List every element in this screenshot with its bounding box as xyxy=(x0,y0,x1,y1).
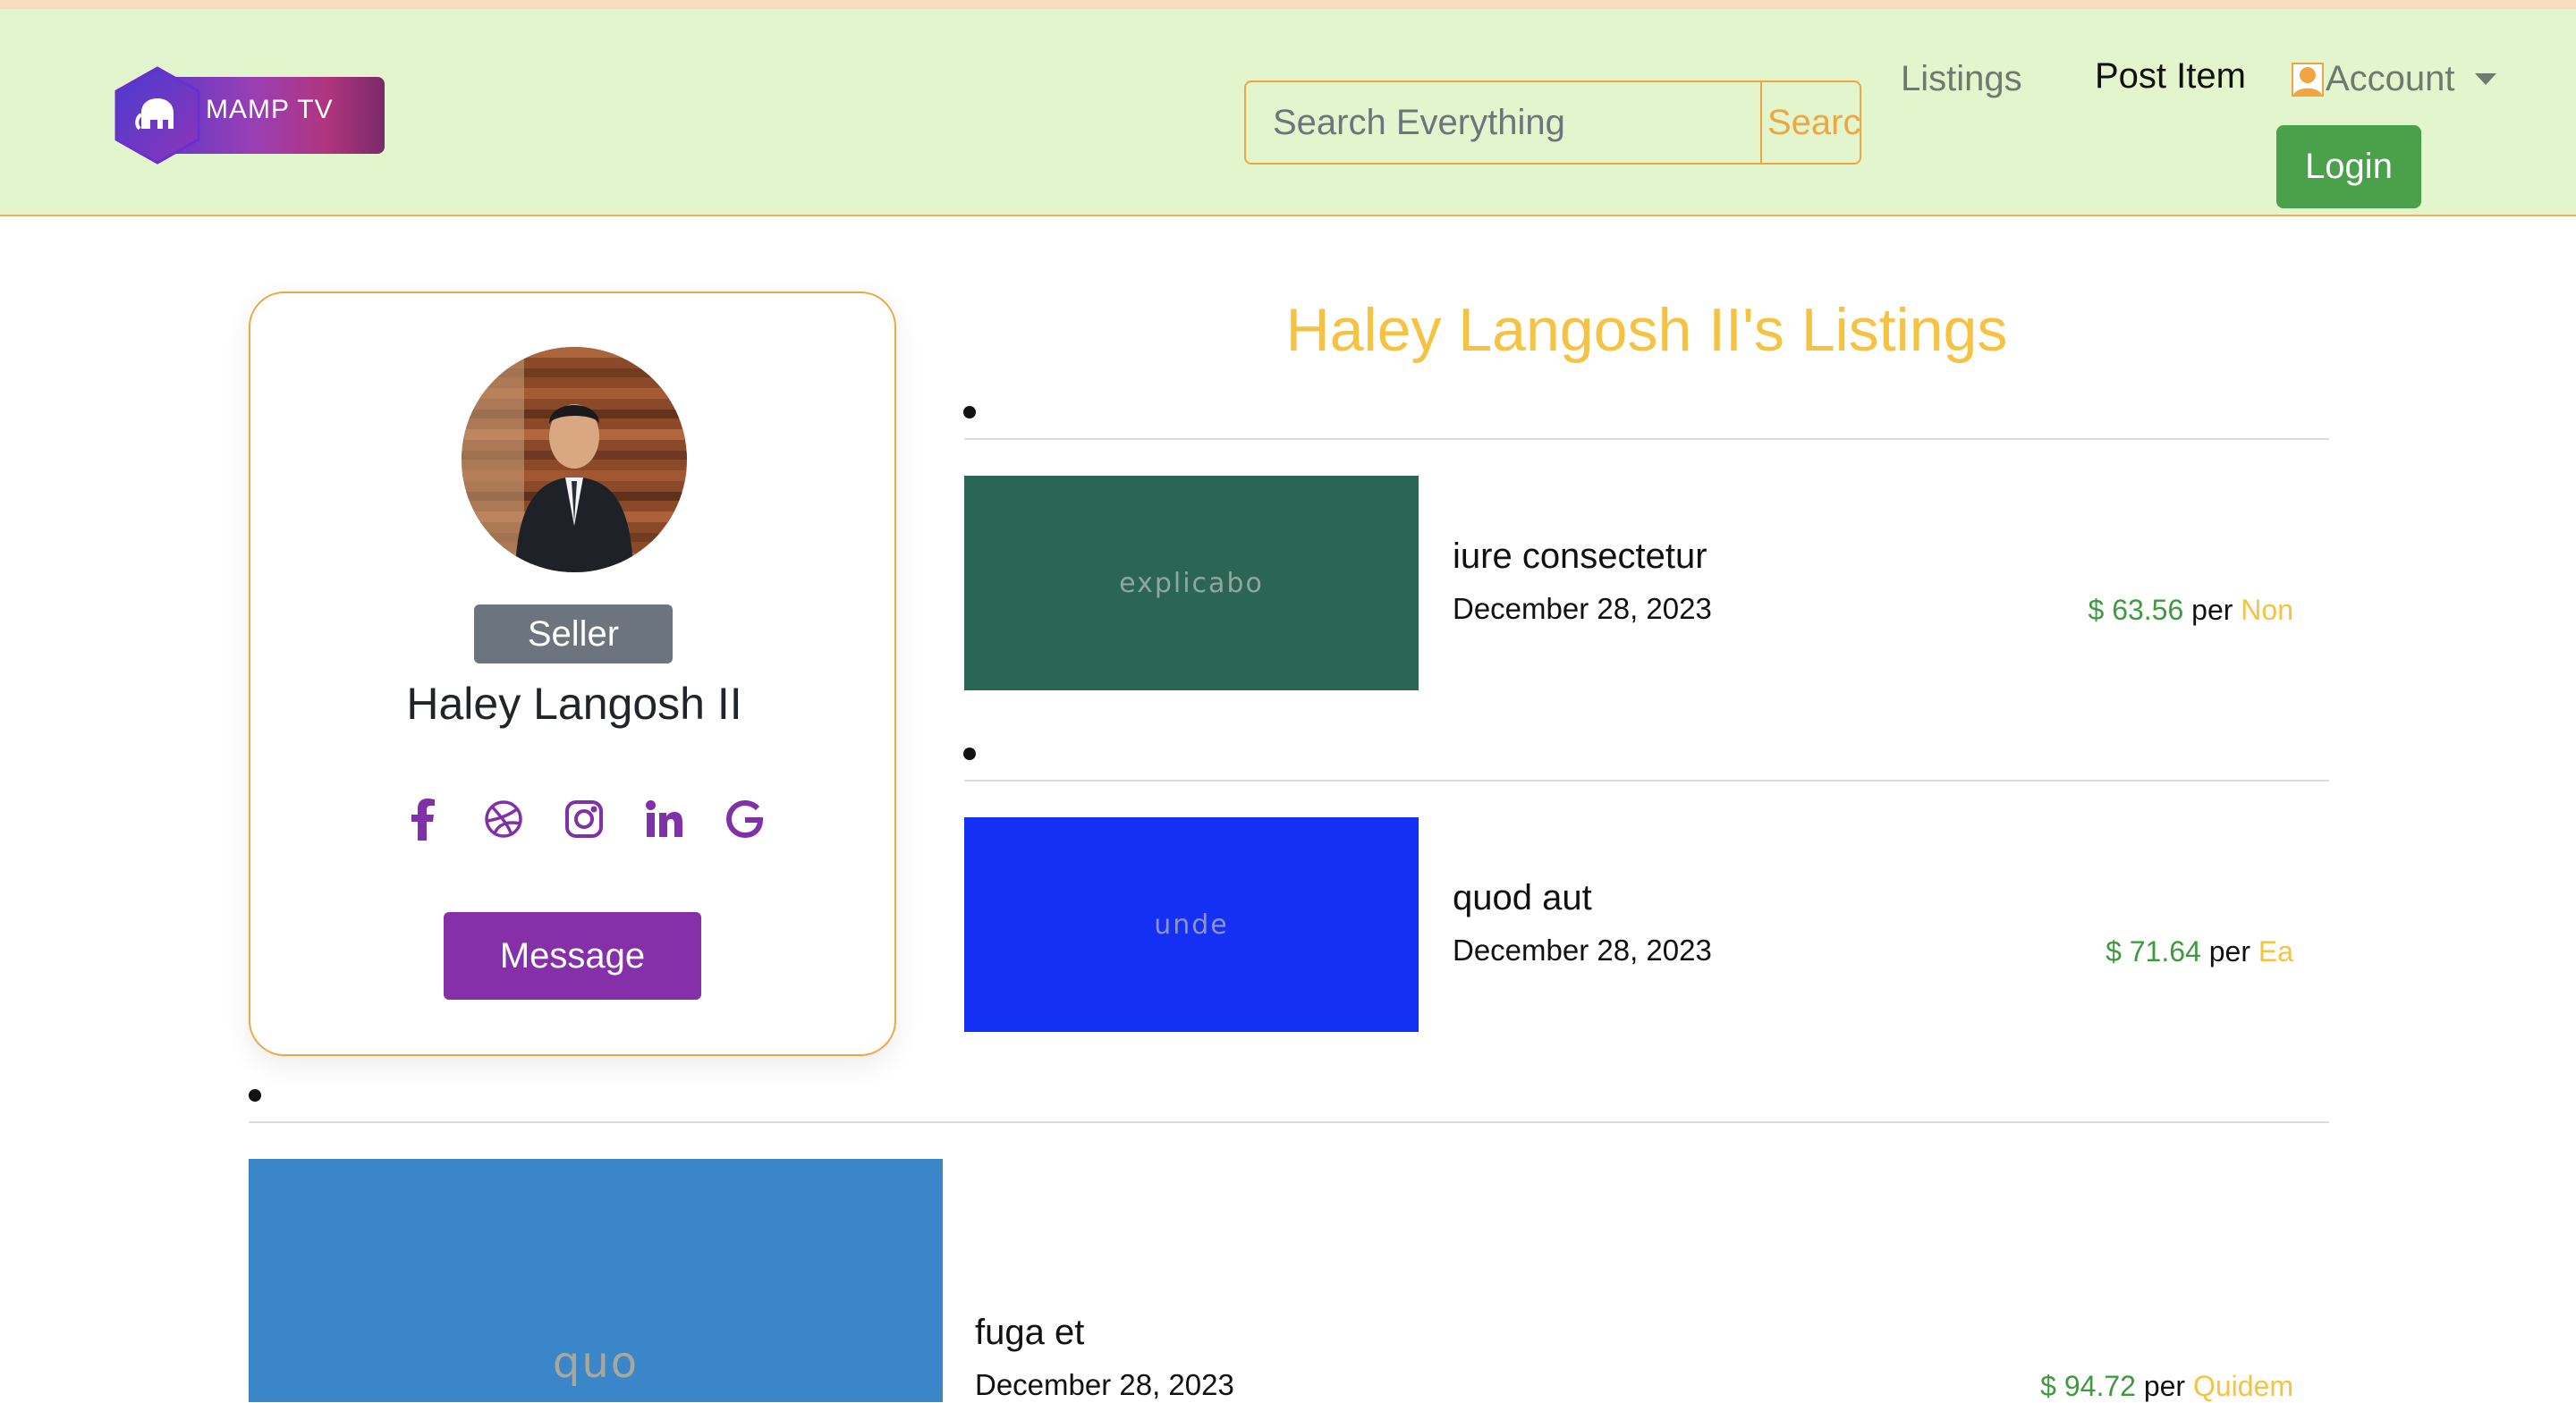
google-icon[interactable] xyxy=(720,794,770,844)
list-bullet xyxy=(963,748,976,760)
seller-profile-card: Seller Haley Langosh II Message xyxy=(249,292,896,1056)
seller-name: Haley Langosh II xyxy=(406,679,742,729)
listing-thumbnail[interactable]: explicabo xyxy=(964,476,1419,690)
divider xyxy=(964,438,2329,440)
thumbnail-label: quo xyxy=(552,1338,640,1388)
listing-title[interactable]: iure consectetur xyxy=(1453,537,1707,577)
list-bullet xyxy=(249,1089,261,1102)
avatar xyxy=(462,347,687,572)
user-icon xyxy=(2292,62,2324,97)
thumbnail-label: explicabo xyxy=(1119,567,1264,599)
navbar: MAMP TV Search Listings Post Item Accoun… xyxy=(0,9,2576,216)
social-links xyxy=(250,794,898,848)
price-amount: $ 94.72 xyxy=(2040,1370,2136,1402)
facebook-icon[interactable] xyxy=(398,794,448,844)
price-amount: $ 71.64 xyxy=(2106,935,2201,968)
divider xyxy=(964,780,2329,782)
listing-date: December 28, 2023 xyxy=(975,1368,1234,1401)
price-per: per xyxy=(2208,935,2250,968)
listing-title[interactable]: fuga et xyxy=(975,1313,1084,1353)
listing-title[interactable]: quod aut xyxy=(1453,878,1592,918)
thumbnail-label: unde xyxy=(1154,909,1229,941)
listing-date: December 28, 2023 xyxy=(1453,592,1712,625)
chevron-down-icon xyxy=(2474,73,2496,85)
price-unit: Non xyxy=(2241,594,2293,626)
elephant-logo-icon xyxy=(114,66,200,165)
brand-name: MAMP TV xyxy=(206,95,334,124)
divider xyxy=(249,1121,2329,1123)
price-amount: $ 63.56 xyxy=(2088,594,2184,626)
nav-post-item-link[interactable]: Post Item xyxy=(2095,56,2246,97)
price-unit: Ea xyxy=(2258,935,2293,968)
top-accent-line xyxy=(0,0,2576,9)
list-bullet xyxy=(963,406,976,418)
listing-thumbnail[interactable]: unde xyxy=(964,817,1419,1032)
search-button[interactable]: Search xyxy=(1762,82,1860,163)
seller-badge: Seller xyxy=(474,604,673,663)
linkedin-icon[interactable] xyxy=(640,794,690,844)
price-per: per xyxy=(2143,1370,2186,1402)
search-input[interactable] xyxy=(1246,82,1762,163)
listing-price: $ 63.56 per Non xyxy=(2089,594,2294,627)
account-dropdown[interactable]: Account xyxy=(2292,59,2496,99)
account-label: Account xyxy=(2326,59,2455,98)
listing-thumbnail[interactable]: quo xyxy=(249,1159,943,1402)
price-per: per xyxy=(2191,594,2233,626)
message-button[interactable]: Message xyxy=(444,912,701,1000)
login-button[interactable]: Login xyxy=(2276,125,2421,208)
price-unit: Quidem xyxy=(2192,1370,2293,1402)
dribbble-icon[interactable] xyxy=(479,794,529,844)
brand-logo[interactable]: MAMP TV xyxy=(114,66,385,165)
nav-listings-link[interactable]: Listings xyxy=(1901,59,2022,99)
search-form: Search xyxy=(1244,80,1861,165)
listing-price: $ 71.64 per Ea xyxy=(2106,935,2293,968)
instagram-icon[interactable] xyxy=(559,794,609,844)
avatar-photo xyxy=(462,347,687,572)
listing-date: December 28, 2023 xyxy=(1453,934,1712,967)
listing-price: $ 94.72 per Quidem xyxy=(2040,1370,2293,1403)
page-title: Haley Langosh II's Listings xyxy=(1285,296,2008,364)
